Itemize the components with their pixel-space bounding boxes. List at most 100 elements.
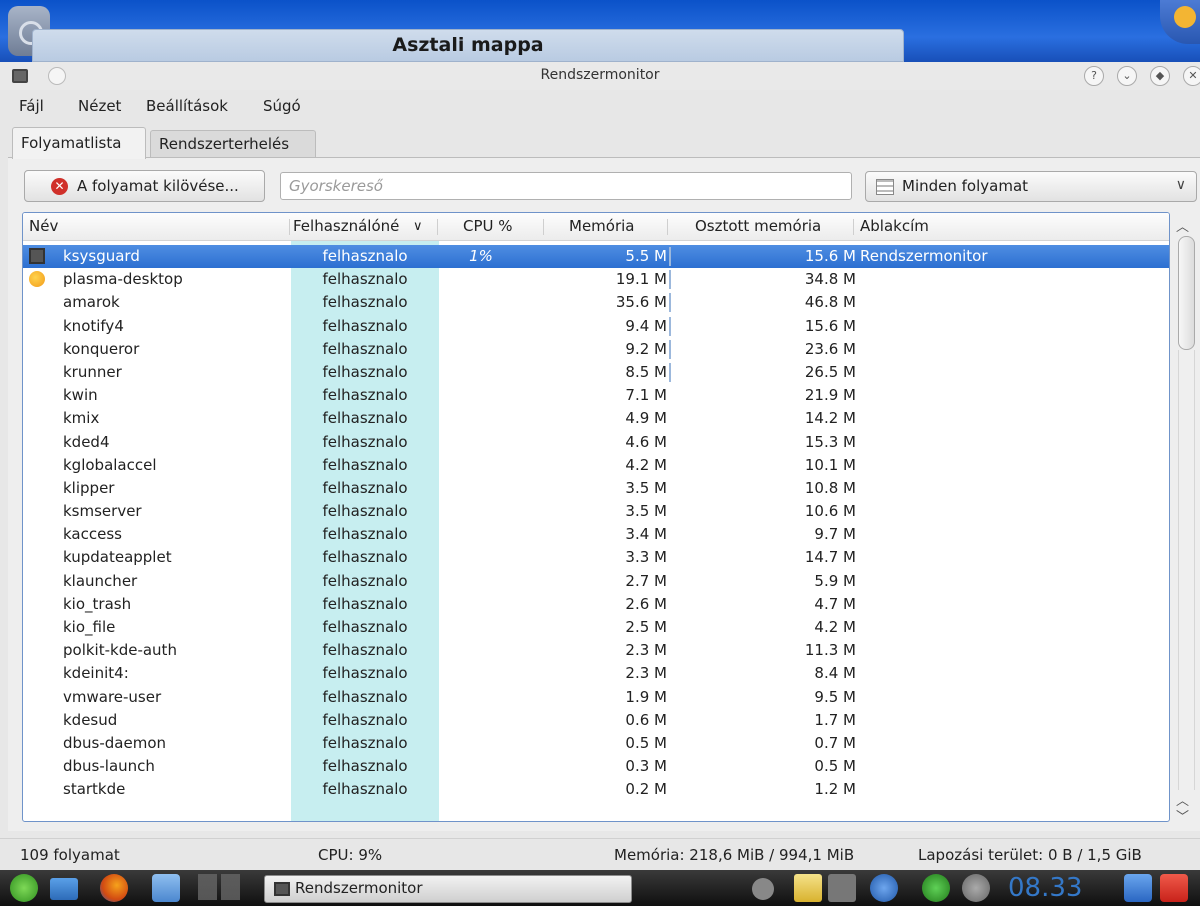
column-header-memory[interactable]: Memória xyxy=(569,217,635,235)
memory-bar xyxy=(669,270,671,290)
menu-file[interactable]: Fájl xyxy=(19,97,44,115)
column-separator[interactable] xyxy=(437,219,438,235)
process-name: kio_trash xyxy=(63,594,132,613)
tab-system-load[interactable]: Rendszerterhelés xyxy=(150,130,316,157)
memory-bar xyxy=(669,362,671,382)
table-row[interactable]: kglobalaccel felhasznalo 4.2 M 10.1 M xyxy=(23,454,1169,477)
process-shared-memory: 10.1 M xyxy=(804,455,856,474)
process-name: dbus-daemon xyxy=(63,733,167,752)
scrollbar-thumb[interactable] xyxy=(1178,236,1195,350)
column-separator[interactable] xyxy=(543,219,544,235)
table-row[interactable]: klipper felhasznalo 3.5 M 10.8 M xyxy=(23,477,1169,500)
table-row[interactable]: kded4 felhasznalo 4.6 M 15.3 M xyxy=(23,431,1169,454)
process-user: felhasznalo xyxy=(322,386,408,405)
table-row[interactable]: kdesud felhasznalo 0.6 M 1.7 M xyxy=(23,709,1169,732)
menu-settings[interactable]: Beállítások xyxy=(146,97,228,115)
menu-help[interactable]: Súgó xyxy=(263,97,301,115)
scrollbar-track[interactable] xyxy=(1178,350,1195,790)
process-memory: 3.5 M xyxy=(625,502,667,521)
tray-arrow-icon[interactable] xyxy=(752,878,774,900)
column-header-name[interactable]: Név xyxy=(29,217,58,235)
table-row[interactable]: knotify4 felhasznalo 9.4 M 15.6 M xyxy=(23,315,1169,338)
table-row[interactable]: kmix felhasznalo 4.9 M 14.2 M xyxy=(23,407,1169,430)
network-manager-icon[interactable] xyxy=(870,874,898,902)
table-row[interactable]: vmware-user felhasznalo 1.9 M 9.5 M xyxy=(23,686,1169,709)
info-icon[interactable] xyxy=(962,874,990,902)
process-shared-memory: 1.2 M xyxy=(814,780,856,799)
column-separator[interactable] xyxy=(853,219,854,235)
table-row[interactable]: dbus-launch felhasznalo 0.3 M 0.5 M xyxy=(23,755,1169,778)
pager-icon[interactable] xyxy=(198,874,240,900)
scroll-up-arrow-icon[interactable]: ︿ xyxy=(1176,216,1189,235)
table-row[interactable]: polkit-kde-auth felhasznalo 2.3 M 11.3 M xyxy=(23,639,1169,662)
column-header-cpu[interactable]: CPU % xyxy=(463,217,513,235)
process-shared-memory: 4.2 M xyxy=(814,618,856,636)
process-memory: 3.4 M xyxy=(625,525,667,544)
process-shared-memory: 9.5 M xyxy=(814,687,856,706)
process-shared-memory: 15.6 M xyxy=(804,247,856,265)
process-user: felhasznalo xyxy=(322,478,408,497)
column-separator[interactable] xyxy=(289,219,290,235)
taskbar-entry-label: Rendszermonitor xyxy=(295,879,423,897)
table-row[interactable]: startkde felhasznalo 0.2 M 1.2 M xyxy=(23,778,1169,801)
sort-descending-icon: ∨ xyxy=(413,219,423,234)
volume-icon[interactable] xyxy=(828,874,856,902)
table-row[interactable]: kdeinit4: felhasznalo 2.3 M 8.4 M xyxy=(23,662,1169,685)
table-row[interactable]: plasma-desktop felhasznalo 19.1 M 34.8 M xyxy=(23,268,1169,291)
process-name: konqueror xyxy=(63,339,140,358)
column-separator[interactable] xyxy=(667,219,668,235)
process-shared-memory: 21.9 M xyxy=(804,386,856,405)
menu-view[interactable]: Nézet xyxy=(78,97,121,115)
lock-icon[interactable] xyxy=(1124,874,1152,902)
close-button[interactable]: ✕ xyxy=(1183,66,1200,86)
table-row[interactable]: ksmserver felhasznalo 3.5 M 10.6 M xyxy=(23,500,1169,523)
process-name: kaccess xyxy=(63,525,122,544)
kill-process-button[interactable]: ✕ A folyamat kilövése... xyxy=(24,170,265,202)
column-header-shared-memory[interactable]: Osztott memória xyxy=(695,217,821,235)
table-row[interactable]: konqueror felhasznalo 9.2 M 23.6 M xyxy=(23,338,1169,361)
quick-search-input[interactable] xyxy=(280,172,852,200)
process-memory: 3.5 M xyxy=(625,478,667,497)
table-row[interactable]: kupdateapplet felhasznalo 3.3 M 14.7 M xyxy=(23,546,1169,569)
process-filter-select[interactable]: Minden folyamat ∨ xyxy=(865,171,1197,202)
column-header-user[interactable]: Felhasználóné xyxy=(293,217,411,235)
network-folder-icon[interactable] xyxy=(50,878,78,900)
table-row[interactable]: ksysguard felhasznalo 1% 5.5 M 15.6 M Rendsze… xyxy=(23,245,1169,269)
process-user: felhasznalo xyxy=(322,409,408,428)
power-icon[interactable] xyxy=(1160,874,1188,902)
process-memory: 5.5 M xyxy=(625,247,667,265)
tab-process-list[interactable]: Folyamatlista xyxy=(12,127,146,159)
process-memory: 9.4 M xyxy=(625,316,667,335)
table-row[interactable]: amarok felhasznalo 35.6 M 46.8 M xyxy=(23,291,1169,314)
process-user: felhasznalo xyxy=(322,502,408,521)
help-button[interactable]: ? xyxy=(1084,66,1104,86)
kickoff-menu-icon[interactable] xyxy=(10,874,38,902)
process-memory: 35.6 M xyxy=(615,293,667,312)
process-memory: 8.5 M xyxy=(625,362,667,381)
process-memory: 1.9 M xyxy=(625,687,667,706)
clipboard-icon[interactable] xyxy=(794,874,822,902)
plasma-icon xyxy=(29,271,45,288)
table-row[interactable]: krunner felhasznalo 8.5 M 26.5 M xyxy=(23,361,1169,384)
file-manager-icon[interactable] xyxy=(152,874,180,902)
update-icon[interactable] xyxy=(922,874,950,902)
process-user: felhasznalo xyxy=(322,641,408,660)
firefox-icon[interactable] xyxy=(100,874,128,902)
table-row[interactable]: kio_file felhasznalo 2.5 M 4.2 M xyxy=(23,616,1169,639)
table-row[interactable]: klauncher felhasznalo 2.7 M 5.9 M xyxy=(23,570,1169,593)
table-row[interactable]: kio_trash felhasznalo 2.6 M 4.7 M xyxy=(23,593,1169,616)
scroll-down-arrow-icon[interactable]: ﹀ xyxy=(1176,806,1189,825)
column-header-window-title[interactable]: Ablakcím xyxy=(860,217,929,235)
minimize-button[interactable]: ⌄ xyxy=(1117,66,1137,86)
process-shared-memory: 14.7 M xyxy=(804,548,856,567)
maximize-button[interactable]: ◆ xyxy=(1150,66,1170,86)
table-row[interactable]: dbus-daemon felhasznalo 0.5 M 0.7 M xyxy=(23,732,1169,755)
kill-icon: ✕ xyxy=(51,178,68,195)
table-row[interactable]: kwin felhasznalo 7.1 M 21.9 M xyxy=(23,384,1169,407)
process-filter-value: Minden folyamat xyxy=(902,177,1029,195)
clock[interactable]: 08.33 xyxy=(1008,873,1082,903)
taskbar-entry-rendszermonitor[interactable]: Rendszermonitor xyxy=(264,875,632,903)
process-shared-memory: 0.7 M xyxy=(814,733,856,752)
table-row[interactable]: kaccess felhasznalo 3.4 M 9.7 M xyxy=(23,523,1169,546)
process-user: felhasznalo xyxy=(322,247,408,265)
